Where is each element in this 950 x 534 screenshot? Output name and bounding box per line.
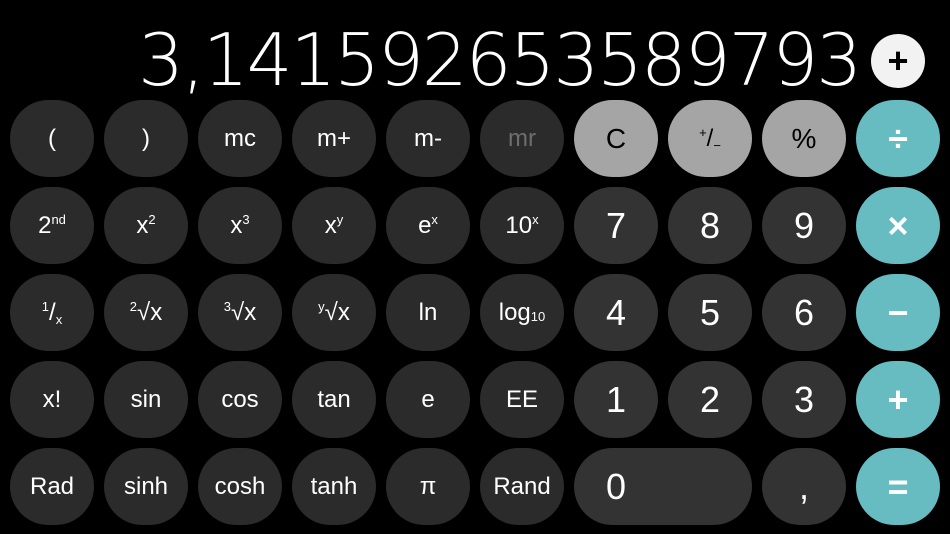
divide-button[interactable]: ÷ [856,100,940,177]
second-label: 2 [38,211,52,239]
memory-add-button[interactable]: m+ [292,100,376,177]
decimal-button[interactable]: , [762,448,846,525]
open-paren-button[interactable]: ( [10,100,94,177]
log-base: 10 [530,309,546,324]
square-root-button[interactable]: 2 √x [104,274,188,351]
cube-button[interactable]: x3 [198,187,282,264]
memory-clear-button[interactable]: mc [198,100,282,177]
add-circle-icon[interactable]: + [871,34,925,88]
exponent-y: y [336,212,344,227]
cosh-button[interactable]: cosh [198,448,282,525]
denominator: x [55,311,63,327]
tanh-button[interactable]: tanh [292,448,376,525]
digit-6-button[interactable]: 6 [762,274,846,351]
add-button[interactable]: + [856,361,940,438]
x-label: x [136,211,149,239]
log-label: log [498,298,531,326]
exponent-3: 3 [242,212,250,227]
root-index-3: 3 [223,299,232,314]
sinh-button[interactable]: sinh [104,448,188,525]
digit-3-button[interactable]: 3 [762,361,846,438]
radical-label: √x [137,298,163,326]
exponent-x: x [431,212,438,227]
cos-button[interactable]: cos [198,361,282,438]
power-button[interactable]: xy [292,187,376,264]
second-sup: nd [51,212,66,227]
radical-label: √x [231,298,257,326]
numerator: 1 [41,298,50,314]
percent-button[interactable]: % [762,100,846,177]
radical-label: √x [324,298,350,326]
multiply-button[interactable]: × [856,187,940,264]
y-root-button[interactable]: y √x [292,274,376,351]
root-index-2: 2 [129,299,138,314]
plus-minus-button[interactable]: + / − [668,100,752,177]
e-constant-button[interactable]: e [386,361,470,438]
digit-9-button[interactable]: 9 [762,187,846,264]
exponent-x: x [532,212,539,227]
exponent-2: 2 [148,212,156,227]
tan-button[interactable]: tan [292,361,376,438]
rad-button[interactable]: Rad [10,448,94,525]
digit-0-button[interactable]: 0 [574,448,752,525]
x-label: x [230,211,243,239]
digit-8-button[interactable]: 8 [668,187,752,264]
exp-button[interactable]: ex [386,187,470,264]
second-function-button[interactable]: 2nd [10,187,94,264]
ee-button[interactable]: EE [480,361,564,438]
clear-button[interactable]: C [574,100,658,177]
reciprocal-button[interactable]: 1/x [10,274,94,351]
digit-4-button[interactable]: 4 [574,274,658,351]
digit-7-button[interactable]: 7 [574,187,658,264]
digit-2-button[interactable]: 2 [668,361,752,438]
ten-label: 10 [505,211,533,239]
rand-button[interactable]: Rand [480,448,564,525]
memory-subtract-button[interactable]: m- [386,100,470,177]
e-label: e [418,211,432,239]
x-label: x [324,211,337,239]
result-display: 3,141592653589793 [138,18,860,102]
memory-recall-button[interactable]: mr [480,100,564,177]
digit-1-button[interactable]: 1 [574,361,658,438]
ln-button[interactable]: ln [386,274,470,351]
cube-root-button[interactable]: 3 √x [198,274,282,351]
factorial-button[interactable]: x! [10,361,94,438]
keypad: ( ) mc m+ m- mr C + / − % ÷ 2nd x2 x3 xy e… [10,100,940,525]
digit-5-button[interactable]: 5 [668,274,752,351]
square-button[interactable]: x2 [104,187,188,264]
pi-button[interactable]: π [386,448,470,525]
log10-button[interactable]: log 10 [480,274,564,351]
minus-sign: − [713,137,721,153]
equals-button[interactable]: = [856,448,940,525]
plus-sign: + [699,124,707,140]
root-index-y: y [318,299,325,314]
ten-power-button[interactable]: 10 x [480,187,564,264]
sin-button[interactable]: sin [104,361,188,438]
close-paren-button[interactable]: ) [104,100,188,177]
subtract-button[interactable]: − [856,274,940,351]
